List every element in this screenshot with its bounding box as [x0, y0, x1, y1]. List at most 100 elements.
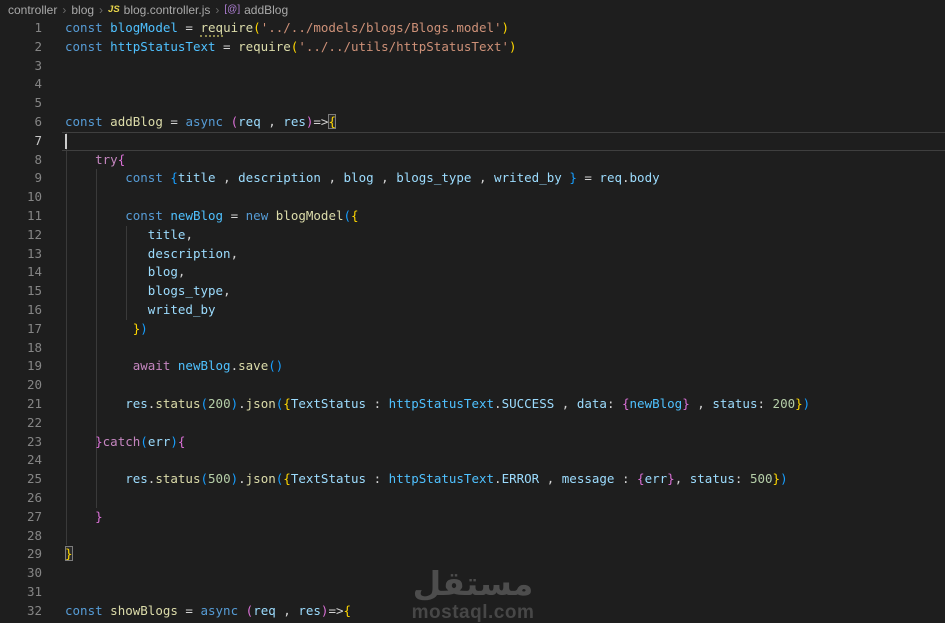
code-line[interactable]: 23 }catch(err){: [0, 433, 945, 452]
code-line[interactable]: 24: [0, 451, 945, 470]
code-line[interactable]: 30: [0, 564, 945, 583]
line-number[interactable]: 25: [0, 470, 42, 489]
code-token: save: [238, 358, 269, 374]
code-token: }: [569, 170, 577, 186]
code-text: const {title , description , blog , blog…: [65, 169, 945, 188]
line-number[interactable]: 8: [0, 151, 42, 170]
line-number[interactable]: 3: [0, 57, 42, 76]
code-editor[interactable]: 1 const blogModel = require('../../models…: [0, 19, 945, 623]
line-number[interactable]: 24: [0, 451, 42, 470]
code-line[interactable]: 2 const httpStatusText = require('../../u…: [0, 38, 945, 57]
code-token: ,: [320, 170, 344, 186]
code-line[interactable]: 13 description,: [0, 245, 945, 264]
line-number[interactable]: 11: [0, 207, 42, 226]
code-token: ,: [215, 170, 239, 186]
code-line[interactable]: 27 }: [0, 508, 945, 527]
code-token: const: [125, 207, 163, 223]
line-number[interactable]: 7: [0, 132, 42, 151]
code-text: }): [65, 320, 945, 339]
line-number[interactable]: 15: [0, 282, 42, 301]
line-number[interactable]: 26: [0, 489, 42, 508]
line-number[interactable]: 10: [0, 188, 42, 207]
code-line[interactable]: 8 try{: [0, 151, 945, 170]
code-line[interactable]: 22: [0, 414, 945, 433]
code-line[interactable]: 17 }): [0, 320, 945, 339]
code-token: .: [238, 471, 246, 487]
code-line[interactable]: 12 title,: [0, 226, 945, 245]
code-line[interactable]: 21 res.status(200).json({TextStatus : ht…: [0, 395, 945, 414]
code-token: await: [132, 358, 171, 374]
line-number[interactable]: 4: [0, 75, 42, 94]
line-number[interactable]: 14: [0, 263, 42, 282]
line-number[interactable]: 5: [0, 94, 42, 113]
code-line[interactable]: 3: [0, 57, 945, 76]
line-number[interactable]: 32: [0, 602, 42, 621]
code-token: ,: [230, 245, 239, 261]
code-line[interactable]: 5: [0, 94, 945, 113]
code-line[interactable]: 28: [0, 527, 945, 546]
code-line[interactable]: 29}: [0, 545, 945, 564]
breadcrumb-symbol[interactable]: addBlog: [244, 3, 288, 17]
breadcrumb-file[interactable]: blog.controller.js: [124, 3, 211, 17]
code-token: description: [147, 245, 231, 261]
line-number[interactable]: 27: [0, 508, 42, 527]
line-number[interactable]: 9: [0, 169, 42, 188]
code-text: const addBlog = async (req , res)=>{: [65, 113, 945, 132]
line-number[interactable]: 23: [0, 433, 42, 452]
code-token: .: [230, 358, 239, 374]
code-token: const: [65, 20, 103, 35]
code-line[interactable]: 11 const newBlog = new blogModel({: [0, 207, 945, 226]
line-number[interactable]: 18: [0, 339, 42, 358]
code-line[interactable]: 10: [0, 188, 945, 207]
code-line[interactable]: 6 const addBlog = async (req , res)=>{: [0, 113, 945, 132]
code-line[interactable]: 25 res.status(500).json({TextStatus : ht…: [0, 470, 945, 489]
code-line[interactable]: 1 const blogModel = require('../../models…: [0, 19, 945, 38]
line-number[interactable]: 6: [0, 113, 42, 132]
code-token: =: [177, 20, 201, 35]
code-token: TextStatus: [290, 471, 367, 487]
code-line[interactable]: 19 await newBlog.save(): [0, 357, 945, 376]
line-number[interactable]: 22: [0, 414, 42, 433]
code-line[interactable]: 4: [0, 75, 945, 94]
line-number[interactable]: 12: [0, 226, 42, 245]
line-number[interactable]: 19: [0, 357, 42, 376]
code-line[interactable]: 20: [0, 376, 945, 395]
code-line[interactable]: 7: [0, 131, 945, 151]
code-line[interactable]: 31: [0, 583, 945, 602]
breadcrumb-folder[interactable]: controller: [8, 3, 57, 17]
code-line[interactable]: 9 const {title , description , blog , bl…: [0, 169, 945, 188]
code-token: blogs_type: [147, 283, 224, 299]
line-number[interactable]: 17: [0, 320, 42, 339]
code-token: ERROR: [501, 471, 540, 487]
line-number[interactable]: 29: [0, 545, 42, 564]
code-token: title: [147, 226, 186, 242]
line-number[interactable]: 21: [0, 395, 42, 414]
line-number[interactable]: 31: [0, 583, 42, 602]
code-token: title: [177, 170, 216, 186]
code-lines[interactable]: 1 const blogModel = require('../../models…: [0, 19, 945, 621]
line-number[interactable]: 20: [0, 376, 42, 395]
code-token: {: [343, 602, 352, 618]
line-number[interactable]: 13: [0, 245, 42, 264]
code-line[interactable]: 14 blog,: [0, 263, 945, 282]
breadcrumb-subfolder[interactable]: blog: [71, 3, 94, 17]
code-token: blogModel: [110, 20, 178, 35]
code-line[interactable]: 26: [0, 489, 945, 508]
code-token: catch: [102, 433, 141, 449]
code-line[interactable]: 16 writed_by: [0, 301, 945, 320]
line-number[interactable]: 16: [0, 301, 42, 320]
code-line[interactable]: 18: [0, 339, 945, 358]
code-line[interactable]: 15 blogs_type,: [0, 282, 945, 301]
line-number[interactable]: 30: [0, 564, 42, 583]
code-token: const: [65, 113, 103, 129]
line-number[interactable]: 2: [0, 38, 42, 57]
line-number[interactable]: 28: [0, 527, 42, 546]
code-line[interactable]: 32 const showBlogs = async (req , res)=>{: [0, 602, 945, 621]
line-number[interactable]: 1: [0, 19, 42, 38]
